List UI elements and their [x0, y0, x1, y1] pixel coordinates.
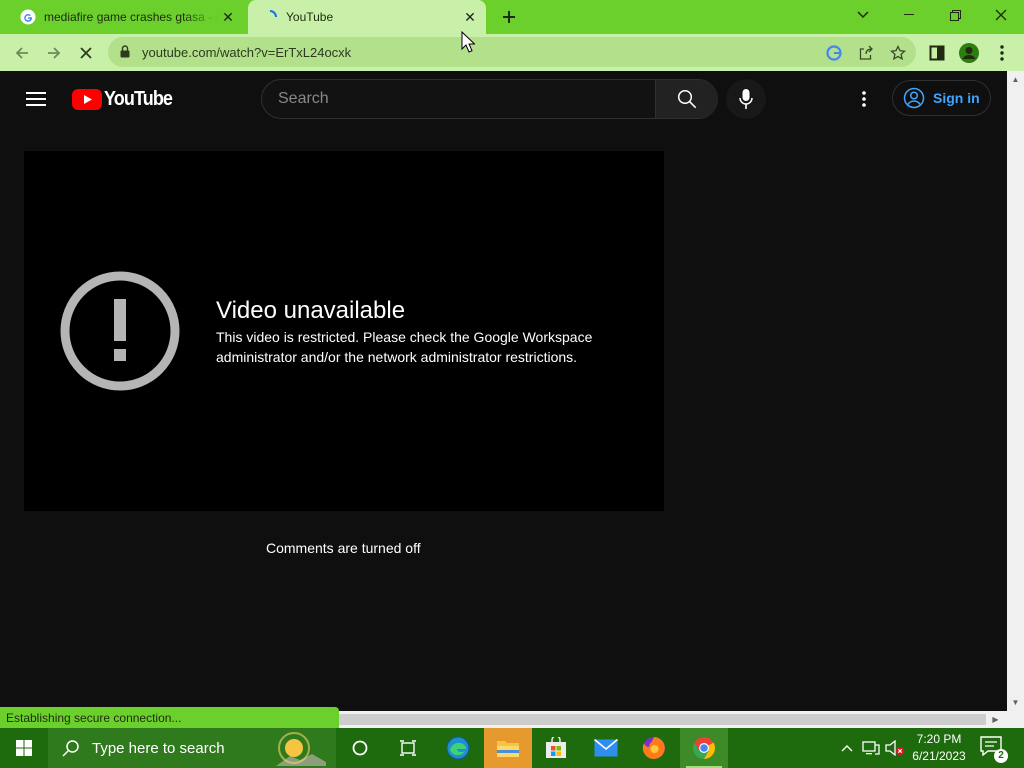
chrome-icon — [693, 737, 715, 759]
scroll-down-arrow-icon[interactable]: ▼ — [1007, 694, 1024, 711]
close-window-button[interactable] — [978, 0, 1024, 30]
loading-spinner-icon — [262, 9, 278, 25]
search-input[interactable] — [262, 80, 655, 118]
sign-in-label: Sign in — [933, 90, 980, 106]
google-lens-icon[interactable] — [824, 43, 844, 63]
cortana-button[interactable] — [336, 728, 384, 768]
chrome-button[interactable] — [680, 728, 728, 768]
address-bar[interactable]: youtube.com/watch?v=ErTxL24ocxk — [108, 37, 916, 67]
task-view-button[interactable] — [384, 728, 432, 768]
firefox-button[interactable] — [630, 728, 678, 768]
microsoft-store-icon — [546, 737, 566, 758]
error-message: This video is restricted. Please check t… — [216, 329, 593, 365]
hamburger-menu-icon[interactable] — [22, 87, 50, 111]
windows-logo-icon — [16, 740, 32, 756]
forward-arrow-icon[interactable] — [41, 40, 67, 66]
exclamation-warning-icon — [60, 271, 180, 391]
voice-search-button[interactable] — [726, 79, 766, 119]
tab-youtube[interactable]: YouTube ✕ — [248, 0, 486, 34]
file-explorer-icon — [497, 741, 519, 757]
mouse-cursor-icon — [461, 31, 475, 53]
sign-in-button[interactable]: Sign in — [892, 80, 991, 116]
edge-icon — [446, 736, 470, 760]
youtube-play-logo-icon — [72, 88, 102, 110]
side-panel-icon[interactable] — [926, 42, 948, 64]
share-icon[interactable] — [856, 43, 876, 63]
google-g-icon — [20, 9, 36, 25]
horizontal-scroll-thumb[interactable] — [339, 714, 986, 725]
youtube-wordmark: YouTube — [104, 87, 173, 110]
windows-taskbar: Type here to search 7:20 PM 6/21/2023 2 — [0, 728, 1024, 768]
video-player[interactable]: Video unavailable This video is restrict… — [24, 151, 664, 511]
comments-status: Comments are turned off — [266, 540, 421, 556]
browser-tab-strip: mediafire game crashes gtasa - G ✕ YouTu… — [0, 0, 1024, 34]
mail-button[interactable] — [582, 728, 630, 768]
status-bubble: Establishing secure connection... — [0, 707, 339, 728]
taskbar-search-box[interactable]: Type here to search — [48, 728, 336, 768]
system-clock[interactable]: 7:20 PM 6/21/2023 — [908, 731, 970, 765]
vertical-scrollbar[interactable]: ▲ ▼ — [1007, 71, 1024, 711]
firefox-icon — [642, 737, 665, 759]
clock-date: 6/21/2023 — [912, 749, 966, 763]
url-text: youtube.com/watch?v=ErTxL24ocxk — [142, 45, 352, 60]
cortana-icon — [352, 740, 368, 756]
browser-toolbar: youtube.com/watch?v=ErTxL24ocxk — [0, 34, 1024, 71]
profile-avatar-icon[interactable] — [958, 42, 980, 64]
task-view-icon — [400, 740, 416, 756]
close-tab-icon[interactable]: ✕ — [218, 7, 238, 27]
bookmark-star-icon[interactable] — [888, 43, 908, 63]
new-tab-button[interactable] — [498, 6, 520, 28]
microphone-icon — [739, 89, 753, 109]
mail-icon — [594, 739, 618, 757]
file-explorer-button[interactable] — [484, 728, 532, 768]
restore-button[interactable] — [932, 0, 978, 30]
error-title: Video unavailable — [216, 297, 406, 324]
search-icon — [62, 740, 79, 757]
clock-time: 7:20 PM — [916, 732, 962, 746]
settings-more-icon[interactable] — [852, 87, 876, 111]
search-button[interactable] — [655, 80, 718, 118]
youtube-page: YouTube Sign in Video unavailable This v… — [0, 71, 1007, 711]
browser-menu-icon[interactable] — [991, 42, 1013, 64]
tab-title: YouTube — [286, 10, 334, 24]
stop-loading-icon[interactable] — [73, 40, 99, 66]
youtube-logo[interactable]: YouTube — [72, 87, 180, 111]
back-arrow-icon[interactable] — [9, 40, 35, 66]
account-circle-icon — [903, 87, 925, 109]
close-tab-icon[interactable]: ✕ — [460, 7, 480, 27]
show-hidden-icons-chevron-icon[interactable] — [836, 728, 858, 768]
network-icon[interactable] — [860, 728, 882, 768]
scroll-right-arrow-icon[interactable]: ▶ — [987, 711, 1004, 728]
search-icon — [677, 89, 697, 109]
weather-sun-icon — [276, 732, 326, 766]
action-center-button[interactable]: 2 — [980, 736, 1008, 763]
search-box — [261, 79, 718, 119]
tab-search-dropdown-icon[interactable] — [840, 0, 886, 30]
lock-icon[interactable] — [120, 45, 130, 63]
notification-count-badge: 2 — [994, 749, 1008, 763]
microsoft-store-button[interactable] — [532, 728, 580, 768]
volume-muted-icon[interactable] — [884, 728, 906, 768]
tab-title: mediafire game crashes gtasa - G — [44, 10, 218, 24]
windows-start-button[interactable] — [0, 728, 48, 768]
taskbar-search-placeholder: Type here to search — [92, 739, 225, 757]
tab-google-search[interactable]: mediafire game crashes gtasa - G ✕ — [8, 0, 244, 34]
edge-button[interactable] — [434, 728, 482, 768]
minimize-button[interactable] — [886, 0, 932, 30]
scroll-up-arrow-icon[interactable]: ▲ — [1007, 71, 1024, 88]
